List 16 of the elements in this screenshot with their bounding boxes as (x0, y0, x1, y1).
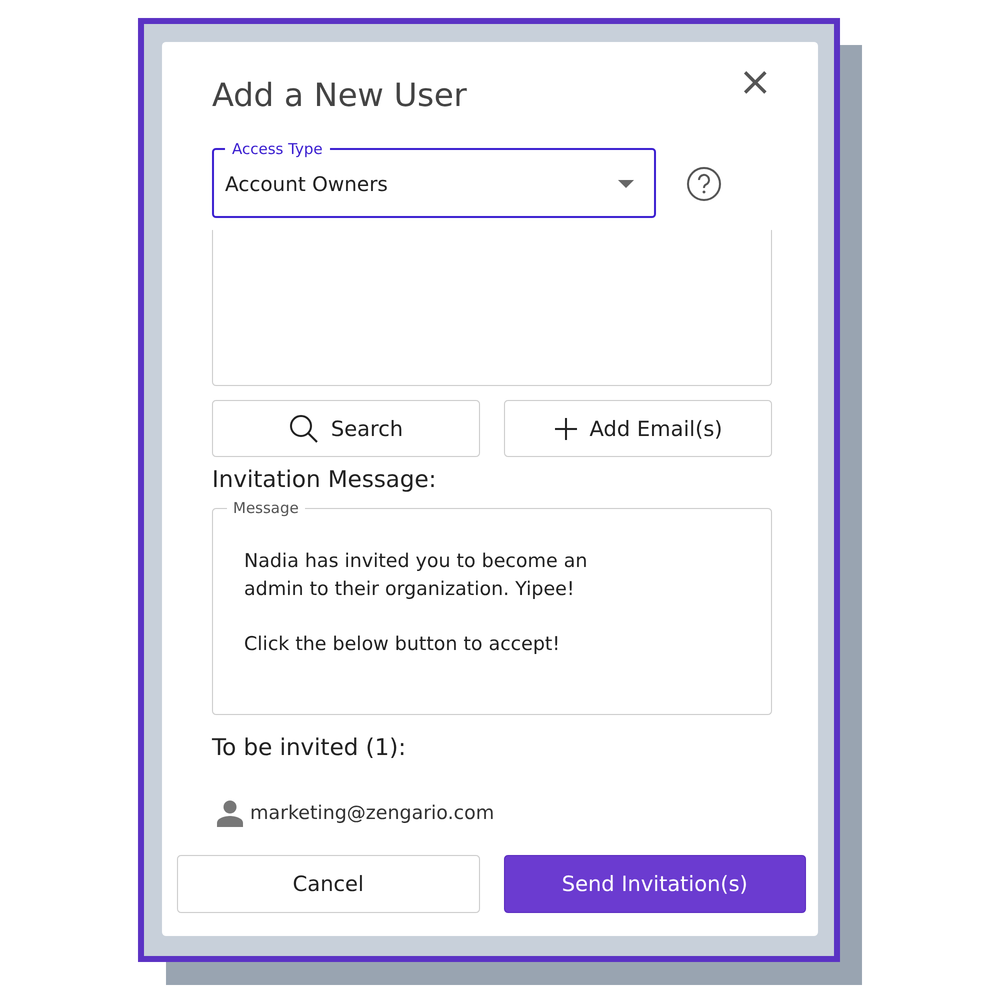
message-field[interactable]: Message Nadia has invited you to become an admin to their organization. Yipee! Click the below button to accept! (212, 499, 772, 715)
cancel-button[interactable]: Cancel (177, 855, 480, 913)
person-icon (216, 799, 244, 827)
invitee-email: marketing@zengario.com (250, 802, 494, 824)
invitees-heading: To be invited (1): (212, 735, 407, 761)
invitation-heading: Invitation Message: (212, 467, 438, 493)
search-icon (288, 414, 319, 444)
search-button[interactable]: Search (212, 400, 480, 457)
plus-icon (554, 416, 578, 440)
access-type-select[interactable]: Access Type Account Owners (212, 140, 656, 218)
close-button[interactable]: × (738, 62, 772, 102)
help-icon[interactable] (686, 166, 722, 202)
caret-icon (618, 180, 634, 188)
send-invitation-button[interactable]: Send Invitation(s) (504, 855, 806, 913)
add-email-button[interactable]: Add Email(s) (504, 400, 772, 457)
dialog-title: Add a New User (212, 76, 467, 114)
